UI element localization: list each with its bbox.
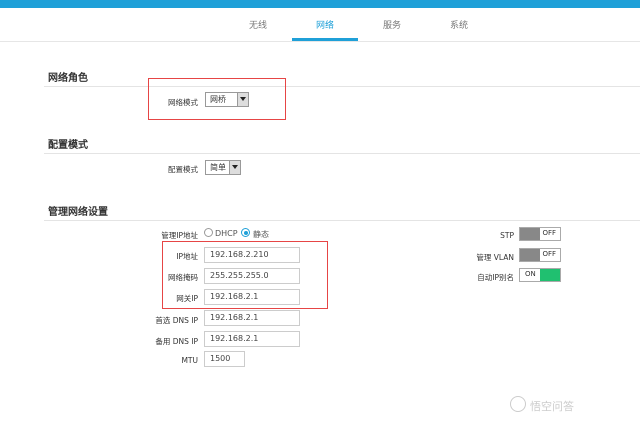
tab-network[interactable]: 网络 <box>313 18 337 31</box>
mtu-label: MTU <box>181 356 198 365</box>
toggle-knob <box>540 269 560 281</box>
static-radio[interactable] <box>241 228 250 237</box>
secondary-dns-label: 备用 DNS IP <box>155 337 198 346</box>
tab-system[interactable]: 系统 <box>447 18 471 31</box>
primary-dns-label: 首选 DNS IP <box>155 316 198 325</box>
mtu-field[interactable]: 1500 <box>204 351 245 367</box>
watermark-logo-icon <box>510 396 526 412</box>
top-accent-bar <box>0 0 640 8</box>
auto-ip-alias-toggle-state: ON <box>525 270 536 278</box>
mgmt-ip-mode-label: 管理IP地址 <box>161 231 198 240</box>
section-divider <box>44 220 640 221</box>
watermark-text: 悟空问答 <box>530 400 574 413</box>
highlight-box <box>148 78 286 120</box>
auto-ip-alias-toggle[interactable]: ON <box>519 268 561 282</box>
highlight-box <box>162 241 328 309</box>
primary-dns-field[interactable]: 192.168.2.1 <box>204 310 300 326</box>
stp-label: STP <box>500 231 514 240</box>
toggle-knob <box>520 249 540 261</box>
secondary-dns-field[interactable]: 192.168.2.1 <box>204 331 300 347</box>
mgmt-vlan-label: 管理 VLAN <box>476 253 514 262</box>
mgmt-vlan-toggle-state: OFF <box>542 250 556 258</box>
section-divider <box>44 86 640 87</box>
config-mode-label: 配置模式 <box>168 165 198 174</box>
static-radio-label: 静态 <box>253 230 269 239</box>
tab-services[interactable]: 服务 <box>380 18 404 31</box>
section-title-network-role: 网络角色 <box>48 73 88 84</box>
toggle-knob <box>520 228 540 240</box>
dhcp-radio-label: DHCP <box>215 229 238 238</box>
section-title-mgmt-network: 管理网络设置 <box>48 207 108 218</box>
tab-wireless[interactable]: 无线 <box>246 18 270 31</box>
section-title-config-mode: 配置模式 <box>48 140 88 151</box>
dhcp-radio[interactable] <box>204 228 213 237</box>
active-tab-indicator <box>292 38 358 41</box>
chevron-down-icon <box>229 161 240 174</box>
config-mode-value: 简单 <box>210 163 226 172</box>
stp-toggle-state: OFF <box>542 229 556 237</box>
main-nav-tabs: 无线 网络 服务 系统 <box>0 8 640 42</box>
mgmt-vlan-toggle[interactable]: OFF <box>519 248 561 262</box>
config-mode-select[interactable]: 简单 <box>205 160 241 175</box>
stp-toggle[interactable]: OFF <box>519 227 561 241</box>
section-divider <box>44 153 640 154</box>
auto-ip-alias-label: 自动IP别名 <box>477 273 514 282</box>
